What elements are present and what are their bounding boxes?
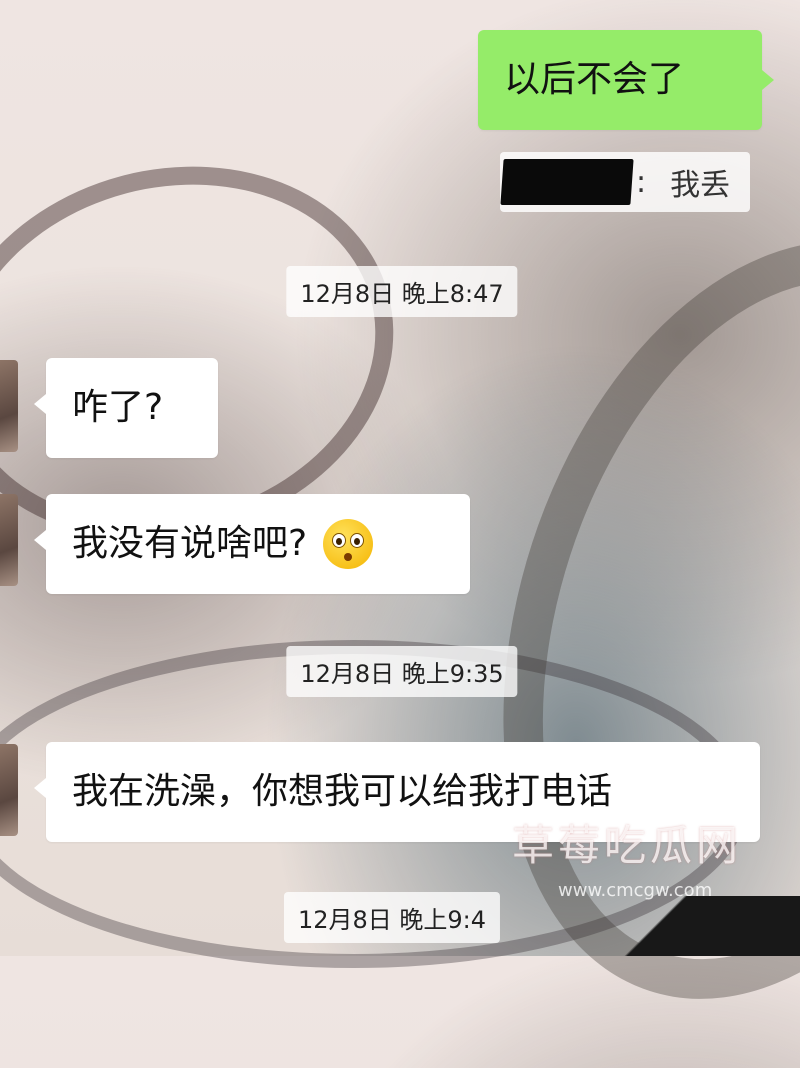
avatar[interactable]	[0, 744, 18, 836]
redacted-name	[500, 159, 634, 205]
flushed-face-icon	[323, 519, 374, 569]
message-text: 我没有说啥吧?	[72, 523, 308, 564]
timestamp: 12月8日 晚上8:47	[286, 266, 518, 317]
message-text: 咋了?	[72, 387, 164, 428]
avatar[interactable]	[0, 360, 18, 452]
corner-shape	[540, 896, 800, 956]
message-bubble-received[interactable]: 我没有说啥吧?	[34, 494, 470, 594]
watermark-text: 草莓吃瓜网	[512, 821, 743, 870]
timestamp: 12月8日 晚上9:35	[286, 646, 518, 697]
message-text: 我在洗澡，你想我可以给我打电话	[72, 771, 613, 812]
quote-text: 我丢	[670, 168, 731, 203]
timestamp: 12月8日 晚上9:4	[283, 892, 501, 943]
avatar[interactable]	[0, 494, 18, 586]
quote-separator: :	[636, 164, 647, 200]
message-bubble-sent[interactable]: 以后不会了	[478, 30, 774, 130]
quoted-message[interactable]: : 我丢	[500, 152, 750, 212]
message-text: 以后不会了	[504, 59, 685, 100]
message-bubble-received[interactable]: 咋了?	[34, 358, 218, 458]
